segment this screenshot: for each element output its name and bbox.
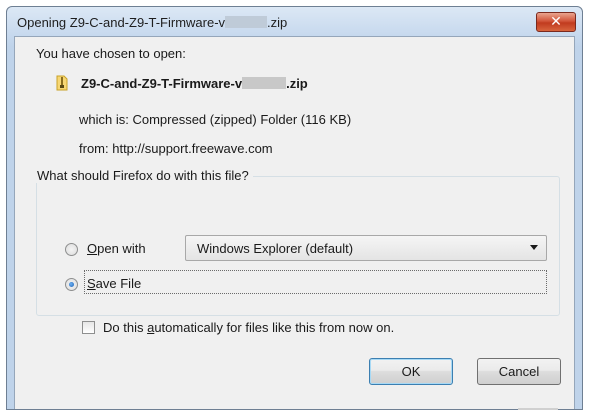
close-icon: ✕ (550, 13, 562, 29)
download-dialog-window: Opening Z9-C-and-Z9-T-Firmware-v .zip ✕ Y… (6, 6, 583, 410)
save-file-label[interactable]: Save File (87, 276, 141, 291)
close-button[interactable]: ✕ (536, 12, 576, 32)
open-with-radio[interactable] (65, 243, 78, 256)
prompt-text: You have chosen to open: (36, 46, 186, 61)
open-with-app-select[interactable]: Windows Explorer (default) (185, 235, 547, 261)
cancel-button[interactable]: Cancel (477, 358, 561, 385)
save-file-mnemonic: S (87, 276, 96, 291)
window-title-prefix: Opening Z9-C-and-Z9-T-Firmware-v (17, 15, 226, 30)
save-file-radio[interactable] (65, 278, 78, 291)
redacted-version-block (225, 16, 268, 28)
file-name: Z9-C-and-Z9-T-Firmware-v .zip (81, 76, 308, 91)
open-with-mnemonic: O (87, 241, 98, 256)
auto-action-checkbox[interactable] (82, 321, 95, 334)
window-title-suffix: .zip (267, 15, 288, 30)
open-with-label-rest: pen with (97, 241, 146, 256)
file-row: Z9-C-and-Z9-T-Firmware-v .zip (55, 75, 308, 91)
page-edge-fragment (518, 408, 558, 410)
auto-label-after: utomatically for files like this from no… (154, 320, 395, 335)
file-source-info: from: http://support.freewave.com (79, 141, 273, 156)
redacted-version-block (242, 77, 287, 89)
focus-rectangle (84, 270, 547, 294)
save-file-label-rest: ave File (95, 276, 142, 291)
file-name-prefix: Z9-C-and-Z9-T-Firmware-v (81, 76, 243, 91)
window-title: Opening Z9-C-and-Z9-T-Firmware-v .zip (17, 15, 287, 30)
dialog-body: You have chosen to open: Z9-C-and-Z9-T-F… (14, 36, 575, 409)
open-with-label[interactable]: Open with (87, 241, 146, 256)
file-name-suffix: .zip (286, 76, 308, 91)
zip-folder-icon (56, 75, 68, 91)
title-bar[interactable]: Opening Z9-C-and-Z9-T-Firmware-v .zip ✕ (7, 7, 582, 37)
auto-action-label[interactable]: Do this automatically for files like thi… (103, 320, 394, 335)
file-type-info: which is: Compressed (zipped) Folder (11… (79, 112, 352, 127)
chevron-down-icon (530, 245, 538, 250)
ok-button[interactable]: OK (369, 358, 453, 385)
open-with-app-value: Windows Explorer (default) (197, 241, 354, 256)
action-group-legend: What should Firefox do with this file? (33, 168, 253, 183)
auto-label-before: Do this (103, 320, 148, 335)
